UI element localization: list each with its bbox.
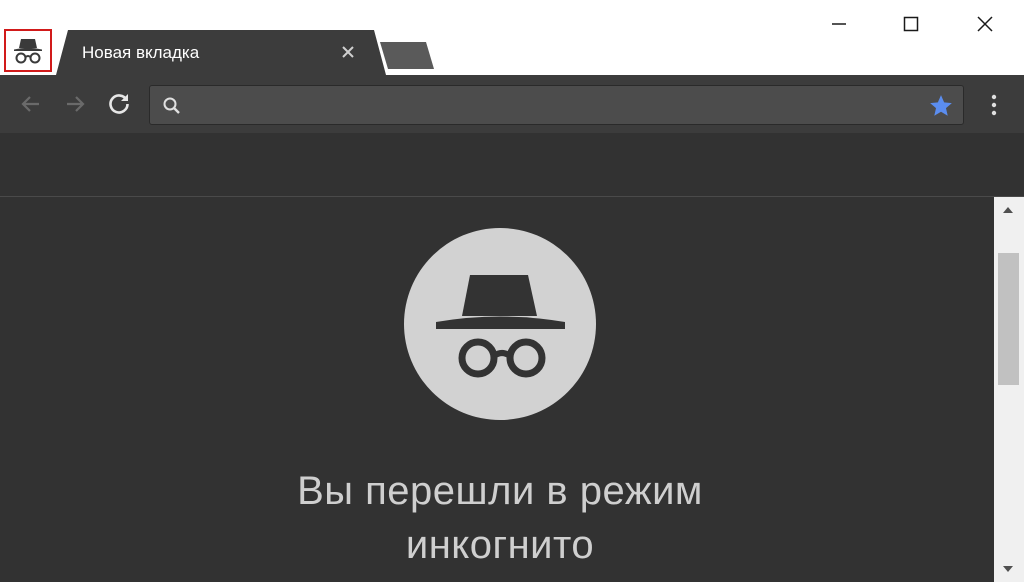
tab-title: Новая вкладка xyxy=(82,43,200,62)
close-window-button[interactable] xyxy=(962,6,1008,42)
reload-button[interactable] xyxy=(104,89,134,119)
toolbar xyxy=(0,75,1024,133)
incognito-icon xyxy=(14,38,42,63)
incognito-icon xyxy=(436,275,565,378)
incognito-illustration xyxy=(404,228,596,420)
scroll-up-icon[interactable] xyxy=(998,203,1018,217)
maximize-button[interactable] xyxy=(888,6,934,42)
star-icon[interactable] xyxy=(928,93,954,119)
page-title: Вы перешли в режим инкогнито xyxy=(230,464,770,572)
close-icon[interactable] xyxy=(338,42,358,62)
forward-button[interactable] xyxy=(60,89,90,119)
search-icon xyxy=(163,97,180,114)
address-bar[interactable] xyxy=(149,85,964,125)
tab-new-tab[interactable]: Новая вкладка xyxy=(56,30,386,75)
minimize-button[interactable] xyxy=(816,6,862,42)
menu-button[interactable] xyxy=(982,89,1006,121)
scrollbar-thumb[interactable] xyxy=(998,253,1019,385)
new-tab-button[interactable] xyxy=(380,42,434,69)
back-button[interactable] xyxy=(16,89,46,119)
incognito-badge[interactable] xyxy=(4,29,52,72)
back-arrow-icon xyxy=(21,96,39,112)
page-title-line-1: Вы перешли в режим xyxy=(297,469,703,513)
reload-icon xyxy=(109,94,129,114)
title-bar: Новая вкладка xyxy=(0,0,1024,75)
close-icon xyxy=(977,16,993,32)
maximize-icon xyxy=(903,16,919,32)
forward-arrow-icon xyxy=(67,96,85,112)
page-title-line-2: инкогнито xyxy=(405,523,595,567)
minimize-icon xyxy=(832,23,846,25)
scroll-down-icon[interactable] xyxy=(998,562,1018,576)
address-input[interactable] xyxy=(190,92,930,118)
kebab-menu-icon xyxy=(991,94,997,116)
bookmarks-bar xyxy=(0,133,1024,197)
